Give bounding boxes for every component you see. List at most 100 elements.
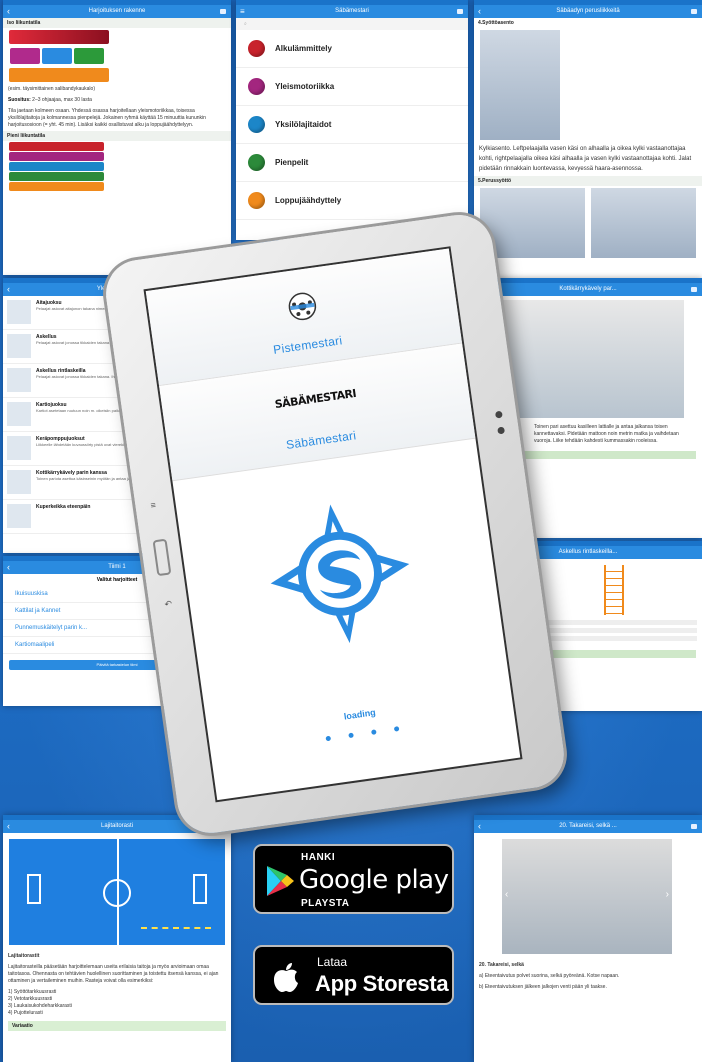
screenshot-harjoituksen-rakenne: ‹ Harjoituksen rakenne Iso liikuntatila … — [3, 0, 231, 275]
screen-title: Lajitaitorasti — [100, 823, 133, 829]
photo-row — [474, 186, 702, 260]
description-text: Lajitaitorasteilla pääsetään harjoittele… — [8, 964, 219, 984]
loading-dot — [393, 726, 400, 732]
next-arrow-icon[interactable]: › — [666, 889, 669, 900]
pienpelit-banner — [74, 48, 104, 64]
player-photo — [480, 30, 560, 140]
red-dot-icon — [248, 40, 265, 57]
yleismotoriikka-banner — [10, 48, 40, 64]
stretch-photo: ‹ › — [502, 839, 672, 954]
screen-title: Säbämestari — [335, 8, 369, 14]
variation-heading: Variaatio — [8, 1021, 226, 1031]
back-icon[interactable]: ‹ — [7, 283, 10, 296]
app-bar: ‹ Harjoituksen rakenne — [3, 5, 231, 18]
pass-photo-2 — [591, 188, 696, 258]
app-bar: ≡ Säbämestari — [236, 5, 468, 18]
exercise-thumbnail — [7, 368, 31, 392]
menu-square-icon[interactable] — [691, 287, 697, 292]
screenshot-lajitaitorasti: ‹ Lajitaitorasti Lajitaitorastit Lajitai… — [3, 815, 231, 1062]
rink-diagram — [7, 837, 227, 947]
app-bar: ‹ Kottikärrykävely par... — [474, 283, 702, 296]
hamburger-menu-icon[interactable]: ≡ — [240, 5, 245, 18]
purple-dot-icon — [248, 78, 265, 95]
screen-title: 20. Takareisi, selkä ... — [559, 823, 617, 829]
orange-dot-icon — [248, 192, 265, 209]
screen-title: Tiimi 1 — [108, 564, 126, 570]
menu-square-icon[interactable] — [691, 824, 697, 829]
section-heading: 4.Syöttöasento — [474, 18, 702, 28]
back-key-icon[interactable]: ↶ — [164, 599, 173, 611]
loading-dot — [325, 735, 332, 742]
instruction-a: a) Eteentaivutus polvet suorina, selkä p… — [479, 973, 620, 979]
screenshot-sabamestari-menu: ≡ Säbämestari ⌕ Alkulämmittely Yleismoto… — [236, 0, 468, 240]
yksilolajitaidot-banner — [42, 48, 72, 64]
exercise-desc: Liikkeelle lähdetään kuvaussiirty pistä … — [36, 442, 132, 447]
category-label: Yksilölajitaidot — [275, 120, 332, 129]
drill-path — [141, 919, 211, 929]
wheelbarrow-photo — [494, 300, 684, 418]
recommendation-label: Suositus: — [8, 97, 31, 103]
section-heading: Iso liikuntatila — [3, 18, 231, 28]
back-icon[interactable]: ‹ — [7, 561, 10, 574]
sabamestari-logo-icon — [255, 489, 425, 663]
station-item: 3) Laukaisukohdeharkkarasti — [8, 1003, 72, 1009]
category-label: Loppujäähdyttely — [275, 196, 342, 205]
category-yleismotoriikka[interactable]: Yleismotoriikka — [236, 68, 468, 106]
category-pienpelit[interactable]: Pienpelit — [236, 144, 468, 182]
category-yksilolajitaidot[interactable]: Yksilölajitaidot — [236, 106, 468, 144]
app-bar: ‹ Säbäadyn perusliikkeitä — [474, 5, 702, 18]
exercise-thumbnail — [7, 470, 31, 494]
ball-logo-icon — [285, 289, 320, 328]
banner-4 — [9, 172, 104, 181]
loppujaahdyttely-banner — [9, 68, 109, 82]
menu-square-icon[interactable] — [457, 9, 463, 14]
screen-title: Kottikärrykävely par... — [559, 286, 617, 292]
section-heading: Lajitaitorastit — [8, 953, 40, 959]
badge-main: App Storesta — [315, 971, 449, 996]
search-field[interactable]: ⌕ — [236, 18, 468, 30]
app-store-badge[interactable]: Lataa App Storesta — [253, 945, 454, 1005]
app-bar: ‹ 20. Takareisi, selkä ... — [474, 820, 702, 833]
search-icon: ⌕ — [244, 21, 247, 27]
alkulammittely-banner — [9, 30, 109, 44]
description-text: Kylkiasento. Leftpelaajalla vasen käsi o… — [479, 146, 692, 172]
section-heading: 5.Perussyöttö — [474, 176, 702, 186]
exercise-thumbnail — [7, 436, 31, 460]
banner-3 — [9, 162, 104, 171]
exercise-text: Keräpomppujuoksut Liikkeelle lähdetään ku… — [36, 436, 132, 447]
prev-arrow-icon[interactable]: ‹ — [505, 889, 508, 900]
google-play-badge[interactable]: HANKI Google play PLAYSTA — [253, 844, 454, 914]
category-label: Alkulämmittely — [275, 44, 332, 53]
exercise-thumbnail — [7, 504, 31, 528]
exercise-text: Kartiojuoksu Kartiot asetetaan ruutuun no… — [36, 402, 135, 413]
menu-square-icon[interactable] — [691, 9, 697, 14]
exercise-thumbnail — [7, 402, 31, 426]
exercise-thumbnail — [7, 300, 31, 324]
pass-photo-1 — [480, 188, 585, 258]
back-icon[interactable]: ‹ — [478, 820, 481, 833]
back-icon[interactable]: ‹ — [478, 5, 481, 18]
badge-sub: PLAYSTA — [301, 898, 350, 909]
station-item: 1) Syöttötarkkuusrasti — [8, 989, 57, 995]
menu-square-icon[interactable] — [220, 9, 226, 14]
category-label: Yleismotoriikka — [275, 82, 335, 91]
back-icon[interactable]: ‹ — [7, 820, 10, 833]
splash-area: loading — [172, 439, 520, 800]
banner-row — [9, 46, 225, 66]
tablet-device: ≡ ↶ Pistemestari SÄBÄMESTARI Säbämestari — [101, 210, 569, 838]
back-icon[interactable]: ‹ — [7, 5, 10, 18]
screen-title: Säbäadyn perusliikkeitä — [556, 8, 620, 14]
station-list: 1) Syöttötarkkuusrasti 2) Vetotarkkuusra… — [3, 987, 231, 1019]
section-heading-small: Pieni liikuntatila — [3, 131, 231, 141]
blue-dot-icon — [248, 116, 265, 133]
description-text: Tila jaetaan kolmeen osaan. Yhdessä osas… — [8, 108, 206, 128]
exercise-desc: Kartiot asetetaan ruutuun noin m. oikeis… — [36, 408, 135, 413]
recommendation: Suositus: 2–3 ohjaajaa, max 30 lasta — [3, 95, 231, 106]
exercise-title: Kuperkeikka eteenpäin — [36, 504, 91, 510]
screen-title: Askellus rintlaskeilla... — [558, 549, 618, 555]
category-alkulammittely[interactable]: Alkulämmittely — [236, 30, 468, 68]
badge-kicker: Lataa — [317, 955, 348, 969]
badge-main: Google play — [299, 865, 449, 895]
instruction-b: b) Eteentaivutuksen jälkeen jalkojen ven… — [479, 984, 607, 990]
category-loppujaahdyttely[interactable]: Loppujäähdyttely — [236, 182, 468, 220]
